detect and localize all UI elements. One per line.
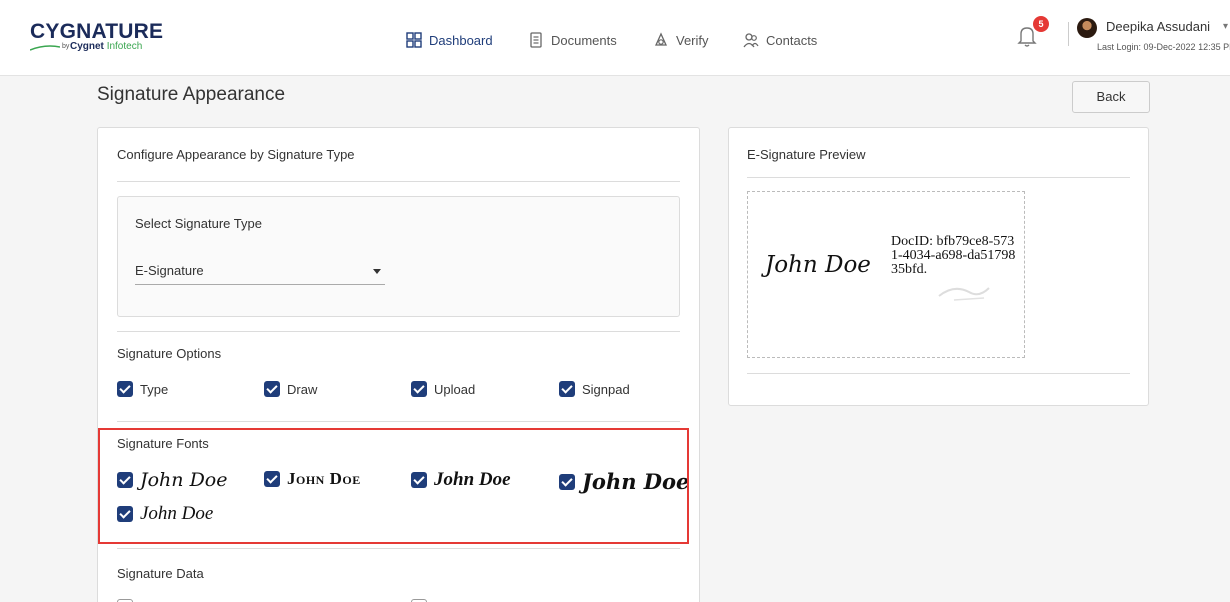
option-label: Signpad (582, 381, 630, 397)
preview-title: E-Signature Preview (747, 147, 866, 162)
signature-data-title: Signature Data (117, 566, 204, 581)
configure-title: Configure Appearance by Signature Type (117, 147, 355, 162)
divider (117, 181, 680, 182)
option-label: Type (140, 381, 169, 397)
nav-verify-label: Verify (676, 32, 709, 48)
nav-documents[interactable]: Documents (528, 30, 617, 50)
preview-doc-id: DocID: bfb79ce8-5731-4034-a698-da5179835… (891, 234, 1016, 277)
preview-card: E-Signature Preview John Doe DocID: bfb7… (728, 127, 1149, 406)
divider (117, 331, 680, 332)
avatar[interactable] (1077, 18, 1097, 38)
checkbox-checked-icon (264, 381, 280, 397)
checkbox-checked-icon (117, 381, 133, 397)
last-login-text: Last Login: 09-Dec-2022 12:35 PM (1097, 42, 1230, 52)
divider (117, 548, 680, 549)
cygnature-logo[interactable]: CYGNATURE by Cygnet Infotech (30, 20, 164, 52)
option-type-checkbox[interactable]: Type (117, 381, 168, 397)
option-label: Upload (434, 381, 476, 397)
user-menu-chevron-down-icon[interactable]: ▾ (1223, 21, 1228, 32)
divider (117, 421, 680, 422)
divider (747, 177, 1130, 178)
nav-dashboard[interactable]: Dashboard (406, 30, 493, 50)
verify-icon (654, 32, 668, 46)
select-signature-type-label: Select Signature Type (135, 216, 262, 231)
logo-company-suffix: Infotech (106, 41, 143, 52)
logo-swoosh-icon (30, 45, 60, 51)
contacts-icon (743, 33, 759, 48)
logo-company: Cygnet Infotech (70, 41, 142, 52)
checkbox-checked-icon (411, 381, 427, 397)
document-icon (530, 32, 542, 48)
page-title: Signature Appearance (97, 84, 286, 105)
signature-type-box: Select Signature Type E-Signature (117, 196, 680, 317)
user-name[interactable]: Deepika Assudani (1106, 19, 1210, 34)
option-signpad-checkbox[interactable]: Signpad (559, 381, 630, 397)
back-button[interactable]: Back (1072, 81, 1150, 113)
divider (747, 373, 1130, 374)
nav-verify[interactable]: Verify (653, 30, 709, 50)
watermark-icon (938, 287, 990, 301)
option-draw-checkbox[interactable]: Draw (264, 381, 317, 397)
signature-options-title: Signature Options (117, 346, 222, 361)
top-navigation-bar: CYGNATURE by Cygnet Infotech Dashboard D… (0, 0, 1230, 76)
dashboard-icon (406, 32, 422, 48)
option-upload-checkbox[interactable]: Upload (411, 381, 475, 397)
signature-type-value: E-Signature (135, 263, 204, 278)
preview-signature-name: John Doe (765, 252, 871, 278)
option-label: Draw (287, 381, 318, 397)
logo-wordmark: CYGNATURE (30, 20, 164, 43)
logo-company-name: Cygnet (70, 41, 104, 52)
header-divider (1068, 22, 1069, 46)
chevron-down-icon (373, 269, 381, 274)
nav-contacts-label: Contacts (766, 32, 818, 48)
nav-documents-label: Documents (551, 32, 617, 48)
nav-contacts[interactable]: Contacts (743, 30, 817, 50)
nav-dashboard-label: Dashboard (429, 32, 493, 48)
notification-count-badge: 5 (1033, 16, 1049, 32)
checkbox-checked-icon (559, 381, 575, 397)
fonts-highlight-frame (98, 428, 689, 544)
logo-by: by (62, 43, 70, 50)
logo-subline: by Cygnet Infotech (30, 41, 150, 54)
signature-type-select[interactable]: E-Signature (135, 259, 385, 285)
signature-preview-box: John Doe DocID: bfb79ce8-5731-4034-a698-… (747, 191, 1025, 358)
